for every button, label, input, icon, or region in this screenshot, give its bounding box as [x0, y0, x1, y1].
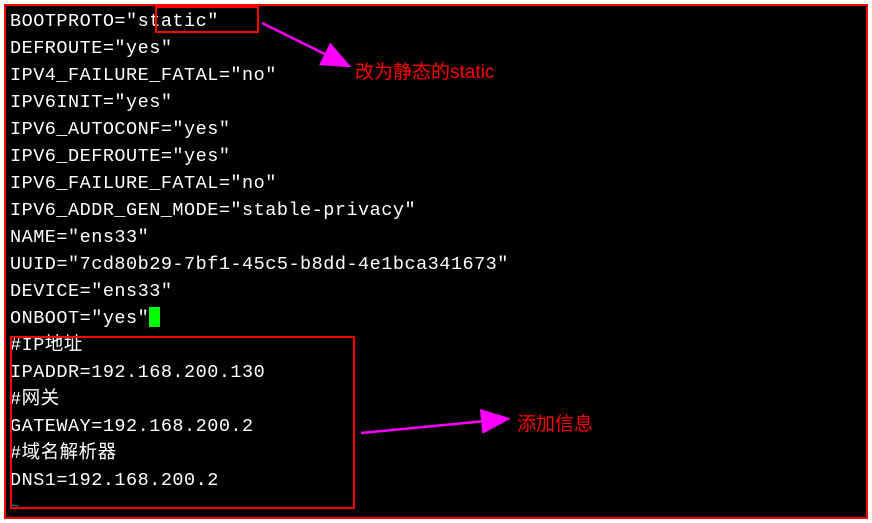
- annotation-static: 改为静态的static: [355, 59, 494, 86]
- config-line-dns-comment: #域名解析器: [10, 440, 862, 467]
- config-line-ipv6failure: IPV6_FAILURE_FATAL="no": [10, 170, 862, 197]
- config-line-ipaddr: IPADDR=192.168.200.130: [10, 359, 862, 386]
- text: ": [207, 11, 219, 32]
- annotation-add-info: 添加信息: [517, 411, 593, 438]
- config-line-onboot: ONBOOT="yes": [10, 305, 862, 332]
- config-line-gateway-comment: #网关: [10, 386, 862, 413]
- cursor-icon: [149, 307, 160, 327]
- config-line-ipv6addrgen: IPV6_ADDR_GEN_MODE="stable-privacy": [10, 197, 862, 224]
- config-line-device: DEVICE="ens33": [10, 278, 862, 305]
- text: ONBOOT="yes": [10, 308, 149, 329]
- config-line-uuid: UUID="7cd80b29-7bf1-45c5-b8dd-4e1bca3416…: [10, 251, 862, 278]
- terminal-editor[interactable]: BOOTPROTO="static" DEFROUTE="yes" IPV4_F…: [4, 4, 868, 519]
- config-line-gateway: GATEWAY=192.168.200.2: [10, 413, 862, 440]
- config-line-ipv6init: IPV6INIT="yes": [10, 89, 862, 116]
- config-line-dns1: DNS1=192.168.200.2: [10, 467, 862, 494]
- config-line-defroute: DEFROUTE="yes": [10, 35, 862, 62]
- config-line-ipv6autoconf: IPV6_AUTOCONF="yes": [10, 116, 862, 143]
- text: BOOTPROTO=": [10, 11, 138, 32]
- config-line-bootproto: BOOTPROTO="static": [10, 8, 862, 35]
- config-line-ip-comment: #IP地址: [10, 332, 862, 359]
- vim-tilde: ~: [10, 494, 862, 521]
- bootproto-value: static: [138, 11, 208, 32]
- config-line-ipv6defroute: IPV6_DEFROUTE="yes": [10, 143, 862, 170]
- config-line-name: NAME="ens33": [10, 224, 862, 251]
